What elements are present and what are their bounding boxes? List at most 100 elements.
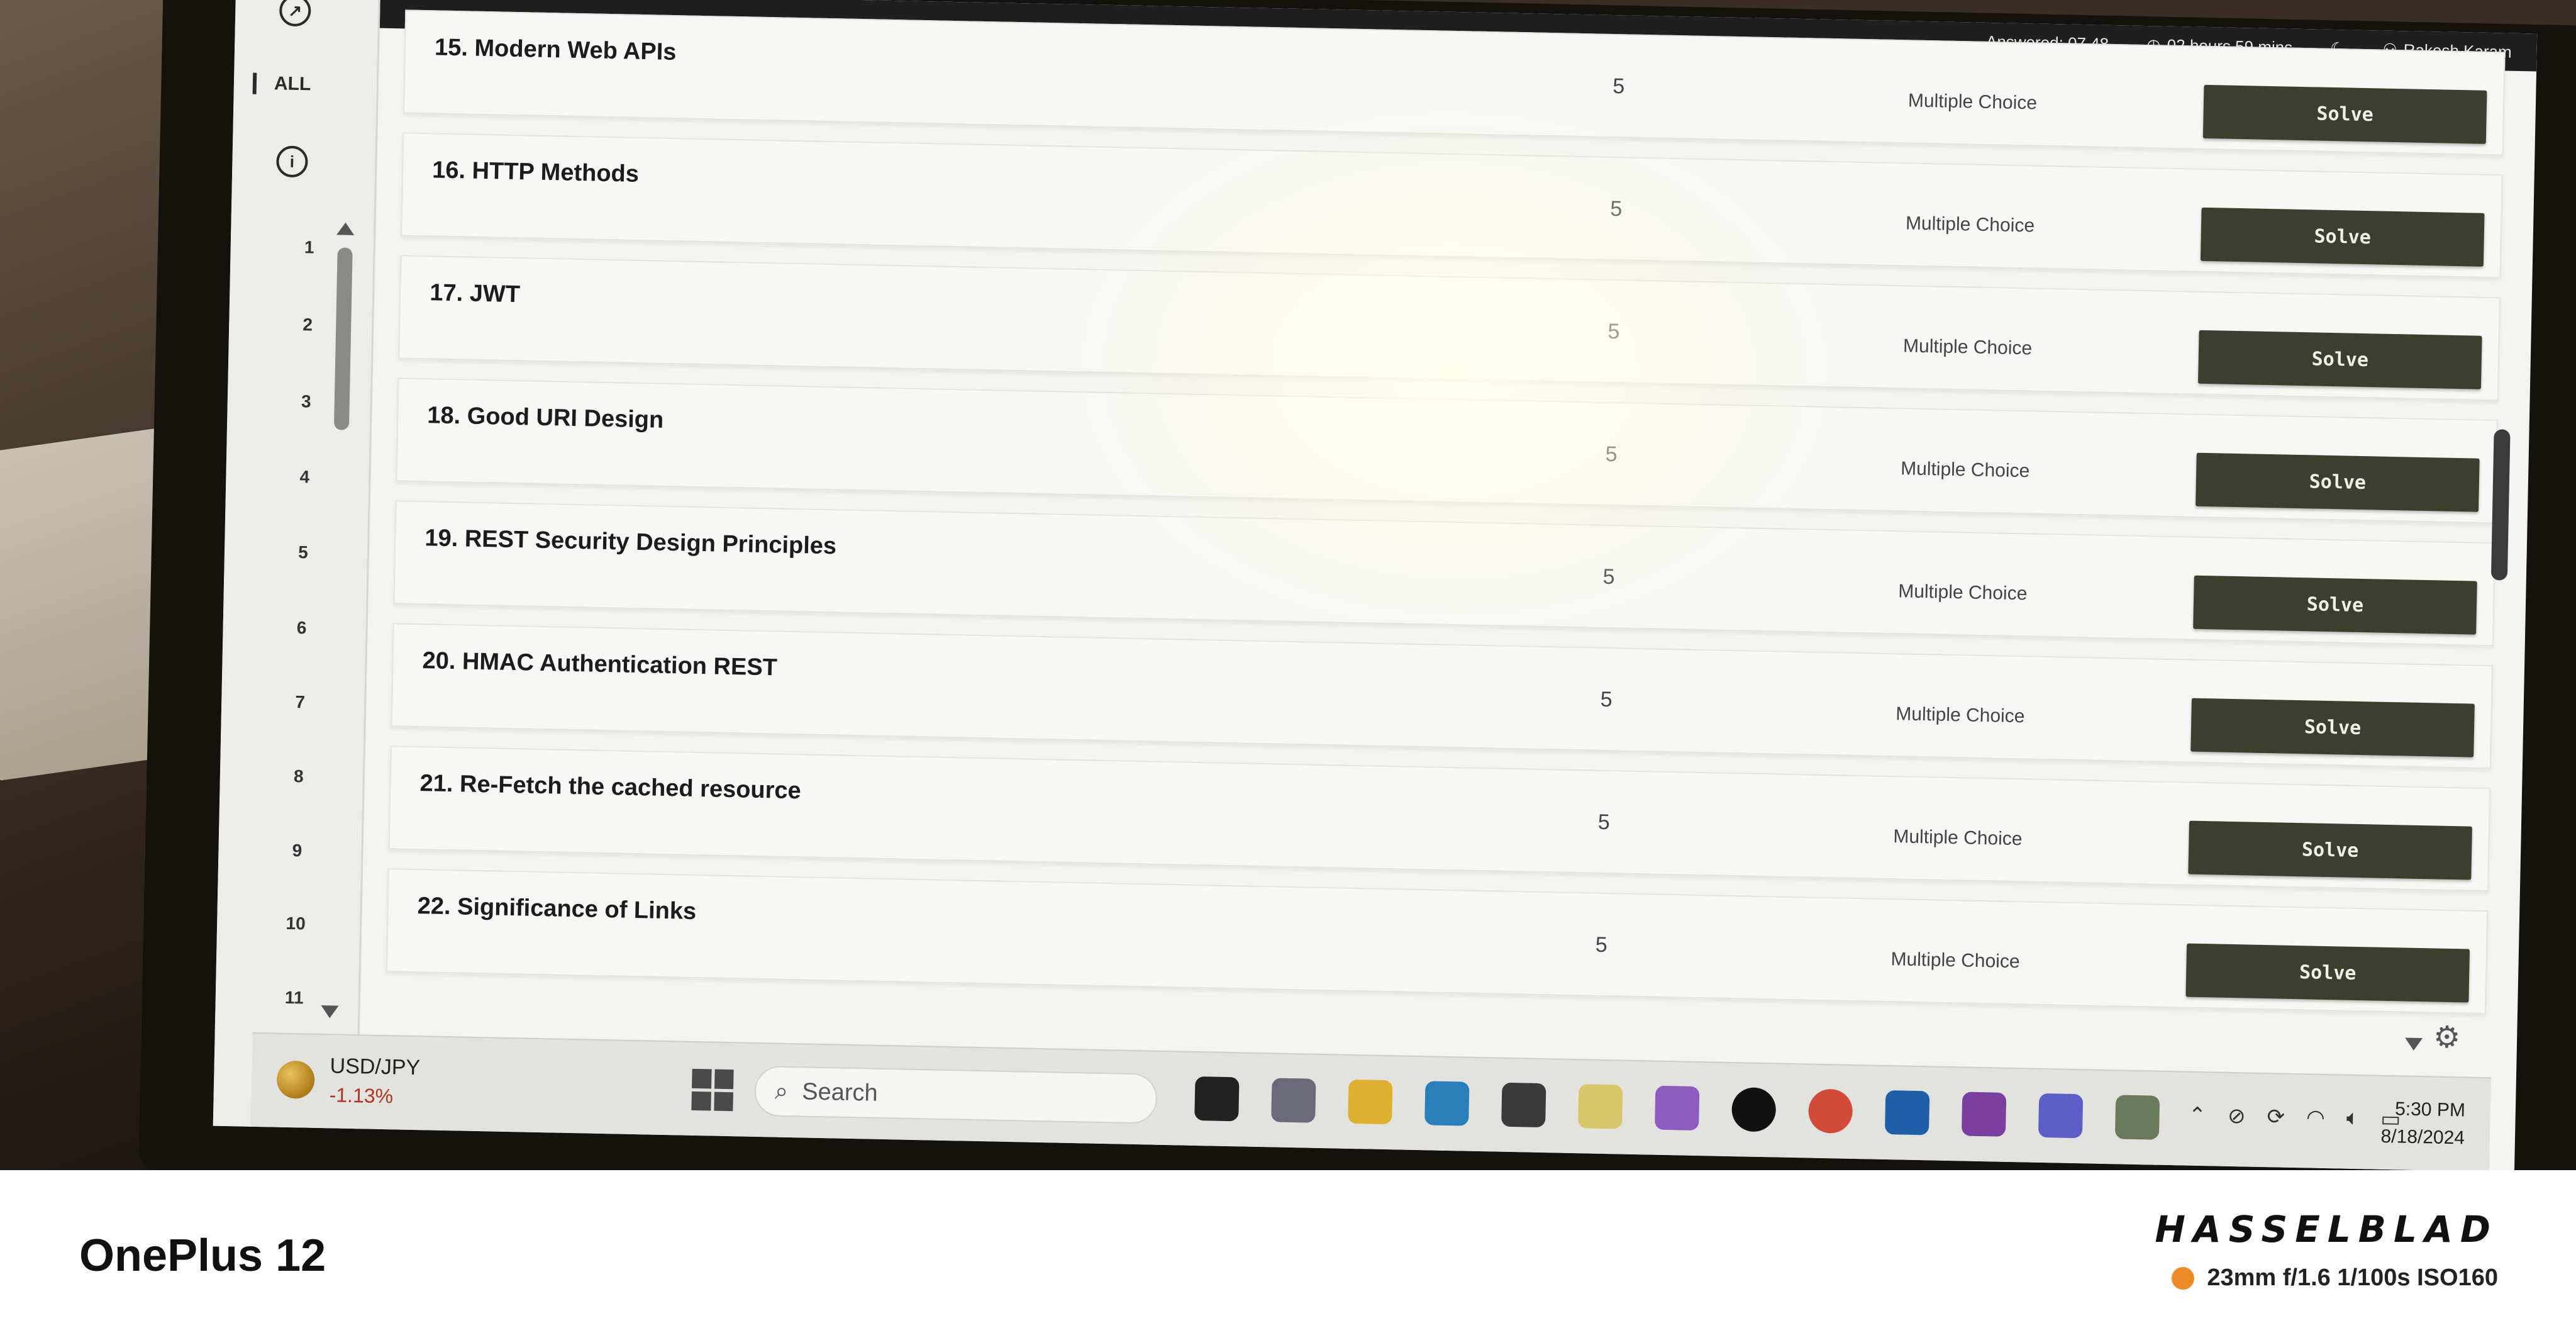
solve-button[interactable]: Solve — [2197, 330, 2482, 389]
rail-item-11[interactable]: 11 — [275, 988, 313, 1008]
camera-watermark: OnePlus 12 HASSELBLAD 23mm f/1.6 1/100s … — [0, 1170, 2576, 1340]
wifi-icon[interactable]: ◠ — [2306, 1105, 2325, 1131]
rail-item-9[interactable]: 9 — [278, 840, 316, 861]
file-explorer-icon[interactable] — [1348, 1079, 1393, 1125]
camera-brand: HASSELBLAD — [2155, 1208, 2498, 1251]
gear-icon[interactable]: ⚙ — [2433, 1019, 2461, 1055]
rail-scroll-down-icon[interactable] — [321, 1005, 339, 1019]
solve-button[interactable]: Solve — [2202, 84, 2487, 144]
rail-item-7[interactable]: 7 — [281, 692, 319, 713]
taskbar-search[interactable]: ⌕ Search — [754, 1065, 1158, 1124]
rail-item-5[interactable]: 5 — [284, 542, 323, 563]
main-scrollbar[interactable] — [2490, 429, 2511, 581]
rail-item-3[interactable]: 3 — [287, 391, 325, 412]
chat-icon[interactable] — [1271, 1078, 1316, 1123]
rail-all-filter[interactable]: ALL — [252, 72, 311, 96]
stock-ticker-widget[interactable]: USD/JPY -1.13% — [276, 1053, 421, 1109]
main-scroll-down-icon[interactable] — [2404, 1037, 2423, 1051]
question-score: 5 — [1600, 687, 1613, 712]
question-score: 5 — [1612, 74, 1625, 99]
weather-icon[interactable] — [1578, 1084, 1623, 1129]
rail-item-10[interactable]: 10 — [277, 913, 315, 934]
exif-dot-icon — [2172, 1266, 2195, 1290]
rail-scrollbar[interactable] — [333, 247, 353, 430]
chrome-icon[interactable] — [1807, 1088, 1853, 1134]
photo-background: Answered: 07 48 ◷ 02 hours 59 mins ☾ ⚇ R… — [0, 0, 2576, 1170]
question-type: Multiple Choice — [1907, 90, 2038, 114]
device-name: OnePlus 12 — [79, 1231, 326, 1281]
question-row: 17. JWT 5 Multiple Choice Solve — [398, 255, 2501, 401]
system-tray: ⌃ ⊘ ⟳ ◠ 🔈︎ ▭ — [2188, 1103, 2401, 1132]
rail-item-4[interactable]: 4 — [286, 467, 324, 488]
question-type: Multiple Choice — [1896, 703, 2025, 727]
question-title: 20. HMAC Authentication REST — [422, 647, 778, 681]
ticker-name: USD/JPY — [330, 1054, 421, 1080]
question-row: 21. Re-Fetch the cached resource 5 Multi… — [388, 745, 2491, 892]
rail-scroll-up-icon[interactable] — [336, 222, 355, 235]
question-title: 15. Modern Web APIs — [434, 34, 677, 66]
question-type: Multiple Choice — [1902, 335, 2033, 359]
question-title: 22. Significance of Links — [417, 893, 697, 925]
compass-icon[interactable]: ↗ — [279, 0, 311, 27]
question-score: 5 — [1602, 564, 1615, 589]
task-view-icon[interactable] — [1194, 1076, 1240, 1122]
info-icon[interactable]: i — [275, 145, 308, 178]
question-row: 19. REST Security Design Principles 5 Mu… — [393, 500, 2496, 647]
search-icon: ⌕ — [774, 1078, 789, 1105]
question-type: Multiple Choice — [1897, 581, 2028, 605]
question-score: 5 — [1595, 932, 1608, 958]
question-score: 5 — [1609, 196, 1623, 221]
solve-button[interactable]: Solve — [2200, 207, 2485, 267]
laptop-screen: Answered: 07 48 ◷ 02 hours 59 mins ☾ ⚇ R… — [213, 0, 2538, 1170]
question-type: Multiple Choice — [1893, 826, 2023, 850]
question-row: 16. HTTP Methods 5 Multiple Choice Solve — [401, 132, 2503, 279]
notepad-icon[interactable] — [2114, 1095, 2160, 1140]
exif-info: 23mm f/1.6 1/100s ISO160 — [2172, 1265, 2498, 1292]
network-error-icon[interactable]: ⊘ — [2228, 1103, 2246, 1129]
taskbar-clock[interactable]: 5:30 PM 8/18/2024 — [2380, 1095, 2465, 1153]
question-score: 5 — [1605, 442, 1618, 467]
question-type: Multiple Choice — [1900, 458, 2030, 482]
rail-item-2[interactable]: 2 — [289, 315, 327, 335]
question-type: Multiple Choice — [1905, 213, 2035, 237]
search-placeholder: Search — [801, 1078, 879, 1107]
question-row: 22. Significance of Links 5 Multiple Cho… — [386, 868, 2489, 1015]
question-title: 17. JWT — [429, 279, 521, 308]
question-title: 21. Re-Fetch the cached resource — [419, 770, 802, 805]
solve-button[interactable]: Solve — [2193, 575, 2477, 635]
store-icon[interactable] — [1501, 1082, 1546, 1128]
question-title: 18. Good URI Design — [426, 402, 664, 433]
exif-text: 23mm f/1.6 1/100s ISO160 — [2207, 1265, 2498, 1291]
rail-item-1[interactable]: 1 — [290, 237, 328, 258]
rail-item-8[interactable]: 8 — [280, 766, 318, 787]
volume-icon[interactable]: 🔈︎ — [2346, 1106, 2359, 1131]
solve-button[interactable]: Solve — [2188, 820, 2472, 880]
solve-button[interactable]: Solve — [2190, 698, 2475, 757]
pinned-apps — [1194, 1076, 2160, 1140]
media-player-icon[interactable] — [1731, 1087, 1777, 1132]
question-row: 18. Good URI Design 5 Multiple Choice So… — [396, 377, 2498, 524]
coins-icon — [276, 1060, 315, 1099]
question-type: Multiple Choice — [1890, 949, 2020, 973]
solve-button[interactable]: Solve — [2196, 452, 2480, 512]
teams-icon[interactable] — [2038, 1093, 2084, 1139]
clock-time: 5:30 PM — [2394, 1098, 2466, 1121]
snipping-tool-icon[interactable] — [1655, 1085, 1700, 1131]
question-score: 5 — [1607, 319, 1620, 344]
onenote-icon[interactable] — [1961, 1092, 2007, 1137]
windows-start-icon[interactable] — [691, 1068, 734, 1112]
sync-icon[interactable]: ⟳ — [2267, 1104, 2285, 1130]
rail-item-6[interactable]: 6 — [282, 618, 321, 639]
chevron-up-icon[interactable]: ⌃ — [2188, 1103, 2206, 1129]
edge-icon[interactable] — [1424, 1081, 1470, 1126]
ticker-text: USD/JPY -1.13% — [329, 1054, 420, 1108]
solve-button[interactable]: Solve — [2185, 943, 2470, 1003]
question-score: 5 — [1597, 810, 1611, 835]
clock-date: 8/18/2024 — [2380, 1125, 2465, 1149]
question-nav-rail: ↗ ALL i 1 2 3 4 5 6 7 8 9 10 11 — [213, 0, 380, 1129]
ticker-change: -1.13% — [329, 1083, 394, 1108]
outlook-icon[interactable] — [1884, 1090, 1930, 1136]
question-title: 16. HTTP Methods — [431, 157, 640, 187]
question-row: 20. HMAC Authentication REST 5 Multiple … — [391, 623, 2494, 769]
question-title: 19. REST Security Design Principles — [425, 525, 837, 560]
